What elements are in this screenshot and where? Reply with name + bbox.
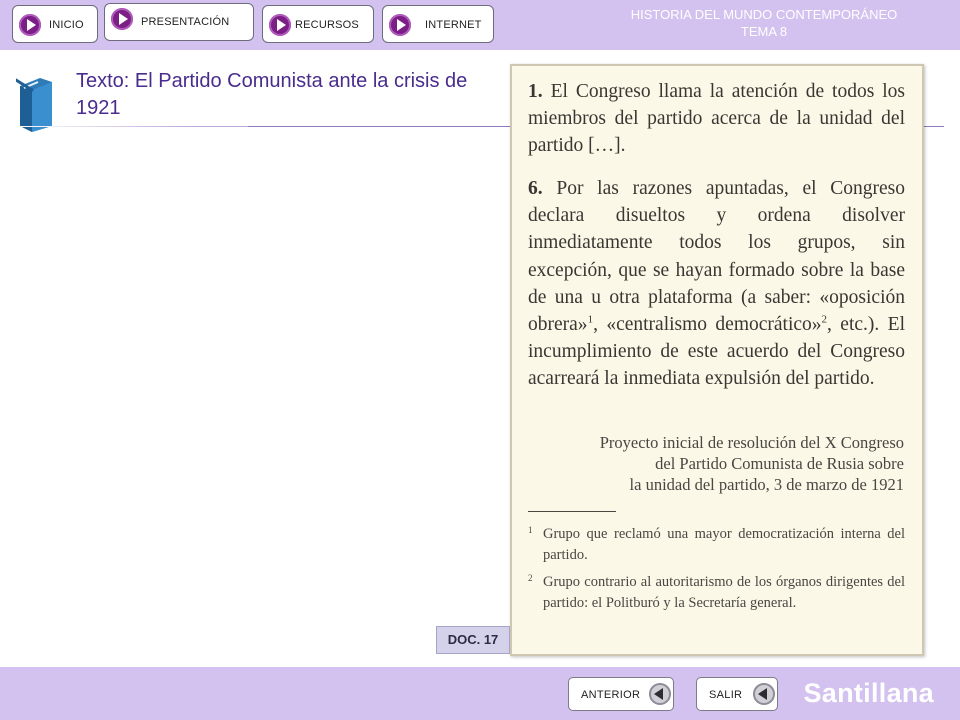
doc-paragraph-6-number: 6. bbox=[528, 178, 543, 199]
footnote-2-number: 2 bbox=[528, 573, 533, 583]
doc-source-line-1: Proyecto inicial de resolución del X Con… bbox=[599, 433, 904, 452]
nav-recursos-button[interactable]: RECURSOS bbox=[262, 5, 374, 43]
book-icon bbox=[16, 78, 52, 132]
nav-presentacion-button[interactable]: PRESENTACIÓN bbox=[104, 3, 254, 41]
doc-paragraph-1-text: El Congreso llama la atención de todos l… bbox=[528, 81, 905, 157]
anterior-button[interactable]: ANTERIOR bbox=[568, 677, 674, 711]
doc-source: Proyecto inicial de resolución del X Con… bbox=[544, 432, 904, 495]
doc-badge: DOC. 17 bbox=[436, 626, 510, 654]
nav-internet-label: INTERNET bbox=[425, 19, 482, 31]
doc-paragraph-1: 1. El Congreso llama la atención de todo… bbox=[528, 78, 905, 160]
header-title: HISTORIA DEL MUNDO CONTEMPORÁNEO TEMA 8 bbox=[584, 6, 944, 40]
play-icon bbox=[111, 8, 133, 30]
document-card: 1. El Congreso llama la atención de todo… bbox=[510, 64, 924, 656]
play-icon bbox=[269, 14, 291, 36]
footnote-1-number: 1 bbox=[528, 525, 533, 535]
footnote-divider bbox=[528, 511, 616, 512]
footnote-1: 1 Grupo que reclamó una mayor democratiz… bbox=[528, 524, 905, 566]
play-icon bbox=[389, 14, 411, 36]
doc-source-line-3: la unidad del partido, 3 de marzo de 192… bbox=[629, 475, 904, 494]
header-subject: HISTORIA DEL MUNDO CONTEMPORÁNEO bbox=[630, 7, 898, 22]
doc-paragraph-6-text-a: Por las razones apuntadas, el Congreso d… bbox=[528, 178, 905, 336]
doc-paragraph-6-text-b: , «centralismo democrático» bbox=[593, 314, 822, 336]
doc-source-line-2: del Partido Comunista de Rusia sobre bbox=[655, 454, 904, 473]
nav-recursos-label: RECURSOS bbox=[295, 19, 359, 31]
salir-button[interactable]: SALIR bbox=[696, 677, 778, 711]
back-arrow-icon bbox=[649, 683, 671, 705]
nav-inicio-button[interactable]: INICIO bbox=[12, 5, 98, 43]
nav-inicio-label: INICIO bbox=[49, 19, 84, 31]
footnote-2: 2 Grupo contrario al autoritarismo de lo… bbox=[528, 572, 905, 614]
doc-paragraph-6: 6. Por las razones apuntadas, el Congres… bbox=[528, 175, 905, 393]
doc-paragraph-1-number: 1. bbox=[528, 81, 543, 102]
footnote-1-text: Grupo que reclamó una mayor democratizac… bbox=[543, 526, 905, 563]
page-title: Texto: El Partido Comunista ante la cris… bbox=[76, 70, 468, 119]
brand-logo: Santillana bbox=[803, 678, 934, 708]
nav-internet-button[interactable]: INTERNET bbox=[382, 5, 494, 43]
anterior-label: ANTERIOR bbox=[581, 689, 641, 701]
footnote-2-text: Grupo contrario al autoritarismo de los … bbox=[543, 574, 905, 611]
back-arrow-icon bbox=[753, 683, 775, 705]
play-icon bbox=[19, 14, 41, 36]
header-unit: TEMA 8 bbox=[740, 24, 788, 39]
salir-label: SALIR bbox=[709, 689, 743, 701]
nav-presentacion-label: PRESENTACIÓN bbox=[141, 16, 230, 28]
